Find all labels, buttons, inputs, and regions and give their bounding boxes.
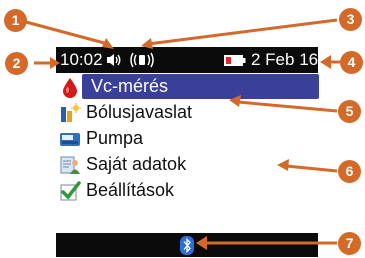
callout-2: 2: [5, 52, 28, 75]
callout-1: 1: [4, 9, 27, 32]
callout-arrows: [25, 18, 340, 250]
callout-4: 4: [340, 51, 363, 74]
callout-3: 3: [339, 8, 362, 31]
callout-6: 6: [338, 160, 361, 183]
callout-7: 7: [338, 232, 361, 255]
callout-5: 5: [338, 100, 361, 123]
